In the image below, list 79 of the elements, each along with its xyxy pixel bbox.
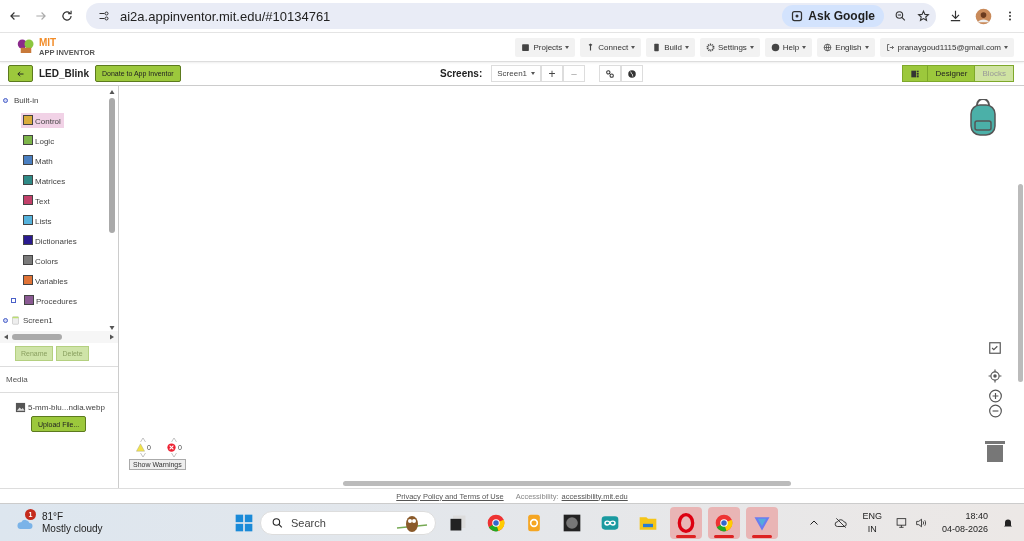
- tree-label[interactable]: Built-in: [14, 95, 39, 105]
- search-icon: [271, 515, 284, 530]
- view-tab[interactable]: Designer: [927, 66, 975, 81]
- screens-label: Screens:: [440, 68, 483, 79]
- layout-toggle[interactable]: [903, 66, 928, 81]
- help-icon: [770, 42, 780, 52]
- scroll-right-icon: [109, 333, 115, 341]
- ask-google-button[interactable]: Ask Google: [782, 5, 884, 27]
- add-screen-button[interactable]: +: [541, 65, 564, 82]
- back-button[interactable]: [8, 65, 33, 82]
- zoom-icon[interactable]: [894, 9, 907, 23]
- star-icon[interactable]: [917, 9, 930, 23]
- menu-item[interactable]: Settings: [699, 37, 760, 57]
- media-file[interactable]: 5-mm-blu...ndia.webp: [28, 403, 105, 412]
- block-category[interactable]: Procedures: [22, 292, 80, 308]
- menu-item[interactable]: Build: [646, 37, 695, 57]
- block-category[interactable]: Math: [21, 152, 56, 168]
- sign-out-icon: [885, 42, 895, 52]
- taskbar-search[interactable]: Search: [260, 510, 436, 535]
- layout-icon: [910, 69, 921, 78]
- globe-button[interactable]: [621, 65, 644, 82]
- download-icon[interactable]: [948, 9, 963, 23]
- temperature: 81°F: [42, 510, 65, 523]
- weather-condition: Mostly cloudy: [42, 522, 103, 535]
- project-name: LED_Blink: [39, 68, 89, 79]
- tree-label[interactable]: Screen1: [23, 315, 53, 325]
- clock[interactable]: 18:40 04-08-2026: [941, 509, 988, 536]
- scroll-up-icon: [108, 89, 116, 95]
- logo-icon: [16, 38, 36, 56]
- avatar-icon[interactable]: [975, 7, 992, 25]
- block-category[interactable]: Logic: [21, 132, 58, 148]
- globe-icon: [823, 42, 833, 52]
- menu-item[interactable]: Connect: [580, 37, 642, 57]
- chrome-icon: [714, 512, 734, 533]
- back-icon[interactable]: [8, 9, 22, 23]
- menu-item[interactable]: Projects: [515, 37, 576, 57]
- speaker-icon[interactable]: [914, 515, 928, 530]
- block-category[interactable]: Control: [21, 112, 64, 128]
- warning-icon: [136, 443, 145, 452]
- collapse-toggle[interactable]: [3, 317, 8, 323]
- expand-toggle[interactable]: [11, 297, 16, 303]
- target-icon[interactable]: [987, 369, 1003, 383]
- block-category[interactable]: Dictionaries: [21, 232, 80, 248]
- checklist-icon: [988, 341, 1002, 355]
- backpack-icon: [970, 99, 996, 137]
- language-indicator[interactable]: ENG IN: [862, 509, 882, 536]
- zoom-out-icon[interactable]: [986, 404, 1004, 418]
- menu-item[interactable]: pranaygoud1115@gmail.com: [879, 37, 1014, 57]
- block-category[interactable]: Text: [21, 192, 53, 208]
- globe-icon: [562, 512, 582, 533]
- opera-icon: [676, 512, 696, 533]
- menu-item[interactable]: Help: [764, 37, 813, 57]
- block-category[interactable]: Colors: [21, 252, 62, 268]
- cloud-off-icon[interactable]: [834, 515, 849, 530]
- address-bar[interactable]: ai2a.appinventor.mit.edu/#10134761 Ask Google: [86, 3, 936, 29]
- scroll-left-icon: [3, 333, 9, 341]
- collapse-toggle[interactable]: [3, 97, 8, 103]
- site-settings-icon: [98, 9, 110, 23]
- archive-icon: [521, 42, 531, 52]
- block-category[interactable]: Matrices: [21, 172, 69, 188]
- media-title: Media: [0, 367, 118, 393]
- monitor-icon[interactable]: [895, 515, 909, 530]
- logo-title: MIT: [39, 37, 58, 48]
- phone-icon: [652, 42, 662, 52]
- chrome-icon: [486, 512, 506, 533]
- windows-start-icon[interactable]: [234, 512, 254, 533]
- project-properties-button[interactable]: [599, 65, 622, 82]
- image-icon: [15, 402, 26, 413]
- zoom-in-icon[interactable]: [986, 389, 1004, 403]
- screen-icon: [11, 314, 20, 326]
- error-icon: [166, 443, 176, 452]
- settings-icon: [705, 42, 715, 52]
- block-category[interactable]: Lists: [21, 212, 55, 228]
- menu-item[interactable]: English: [817, 37, 875, 57]
- lens-icon: [791, 9, 804, 23]
- block-category[interactable]: Variables: [21, 272, 71, 288]
- reload-icon[interactable]: [60, 9, 74, 23]
- screen-dropdown[interactable]: Screen1: [491, 65, 542, 82]
- url-text: ai2a.appinventor.mit.edu/#10134761: [120, 8, 332, 24]
